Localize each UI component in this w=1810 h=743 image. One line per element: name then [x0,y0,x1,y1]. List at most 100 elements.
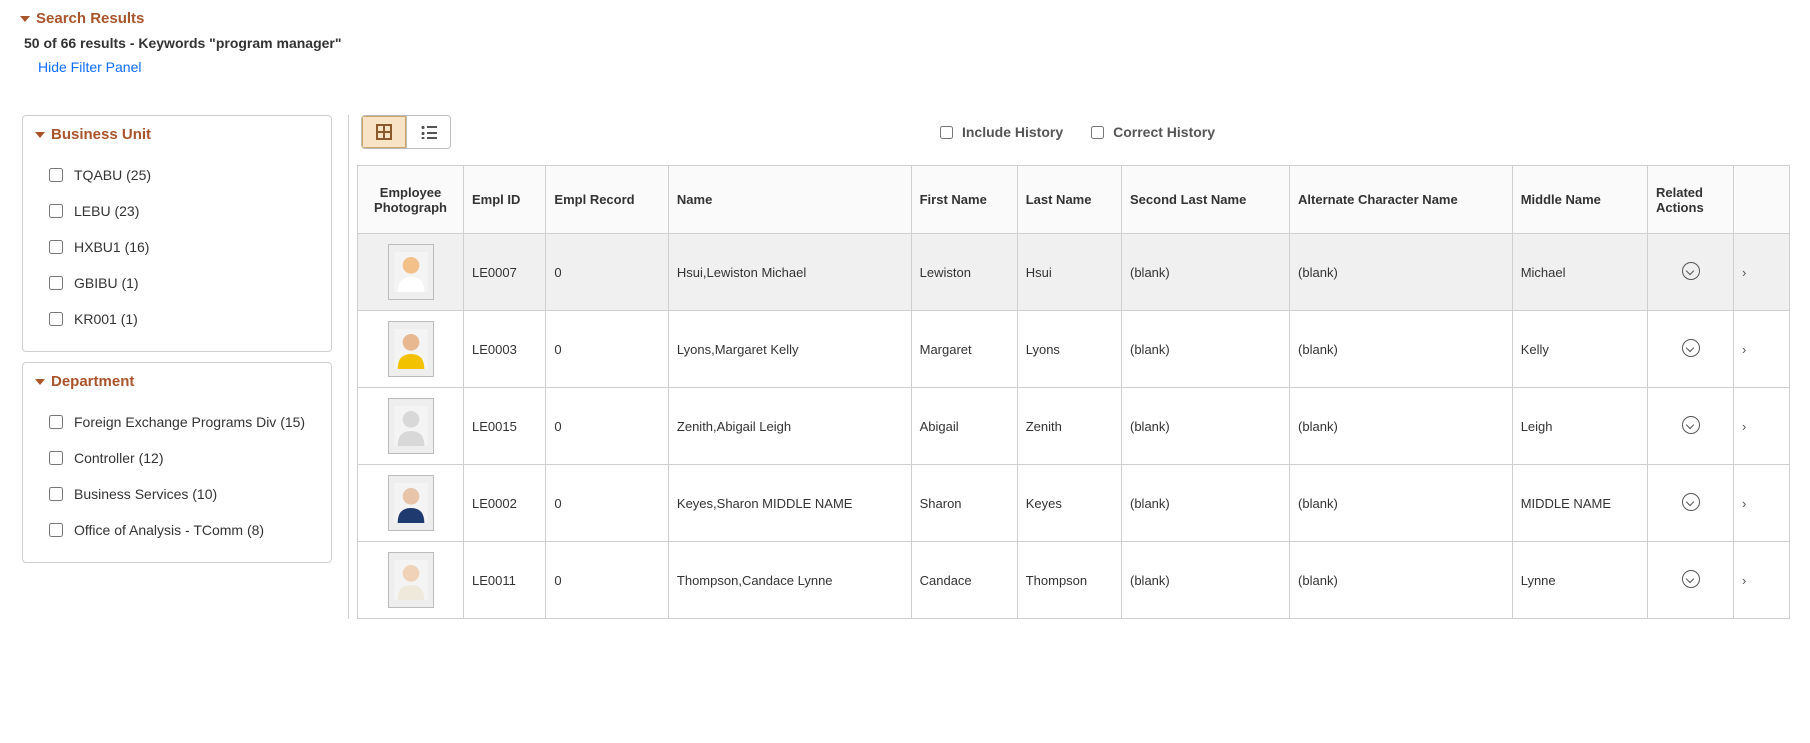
expand-row-cell: › [1734,311,1790,388]
list-icon [421,125,437,139]
hide-filter-panel-link[interactable]: Hide Filter Panel [38,59,1790,75]
related-actions-cell [1648,311,1734,388]
department-checkbox[interactable] [49,451,63,465]
col-empl-id[interactable]: Empl ID [464,166,546,234]
business-unit-checkbox[interactable] [49,276,63,290]
col-expand [1734,166,1790,234]
department-label: Foreign Exchange Programs Div (15) [74,414,305,430]
chevron-right-icon[interactable]: › [1742,419,1746,434]
expand-row-cell: › [1734,234,1790,311]
business-unit-checkbox[interactable] [49,204,63,218]
include-history-label: Include History [962,124,1063,140]
business-unit-item[interactable]: TQABU (25) [45,157,315,193]
filter-department: Department Foreign Exchange Programs Div… [22,362,332,563]
business-unit-item[interactable]: GBIBU (1) [45,265,315,301]
employee-photo-cell [358,234,464,311]
expand-row-cell: › [1734,388,1790,465]
cell-empl-record: 0 [546,465,668,542]
chevron-right-icon[interactable]: › [1742,573,1746,588]
table-row[interactable]: LE00150Zenith,Abigail LeighAbigailZenith… [358,388,1790,465]
cell-middle-name: Lynne [1512,542,1647,619]
include-history-input[interactable] [940,126,953,139]
business-unit-checkbox[interactable] [49,240,63,254]
business-unit-item[interactable]: KR001 (1) [45,301,315,337]
col-photo[interactable]: Employee Photograph [358,166,464,234]
search-results-header[interactable]: Search Results [20,10,1790,27]
expand-row-cell: › [1734,465,1790,542]
cell-alt-char-name: (blank) [1290,388,1513,465]
chevron-down-icon [35,132,45,138]
include-history-checkbox[interactable]: Include History [936,123,1063,142]
cell-first-name: Lewiston [911,234,1017,311]
section-title-text: Search Results [36,10,144,27]
cell-last-name: Keyes [1017,465,1121,542]
chevron-right-icon[interactable]: › [1742,265,1746,280]
business-unit-item[interactable]: HXBU1 (16) [45,229,315,265]
department-item[interactable]: Business Services (10) [45,476,315,512]
col-second-last-name[interactable]: Second Last Name [1122,166,1290,234]
related-actions-cell [1648,542,1734,619]
business-unit-checkbox[interactable] [49,168,63,182]
table-row[interactable]: LE00110Thompson,Candace LynneCandaceThom… [358,542,1790,619]
filter-department-header[interactable]: Department [23,363,331,398]
grid-view-button[interactable] [362,116,406,148]
department-label: Office of Analysis - TComm (8) [74,522,264,538]
col-empl-record[interactable]: Empl Record [546,166,668,234]
table-row[interactable]: LE00070Hsui,Lewiston MichaelLewistonHsui… [358,234,1790,311]
business-unit-label: KR001 (1) [74,311,138,327]
employee-photo-cell [358,542,464,619]
list-view-button[interactable] [406,116,450,148]
cell-first-name: Margaret [911,311,1017,388]
col-alt-char-name[interactable]: Alternate Character Name [1290,166,1513,234]
cell-second-last-name: (blank) [1122,388,1290,465]
department-checkbox[interactable] [49,415,63,429]
col-first-name[interactable]: First Name [911,166,1017,234]
col-related-actions[interactable]: Related Actions [1648,166,1734,234]
related-actions-icon[interactable] [1682,339,1700,357]
expand-row-cell: › [1734,542,1790,619]
cell-second-last-name: (blank) [1122,311,1290,388]
col-middle-name[interactable]: Middle Name [1512,166,1647,234]
col-name[interactable]: Name [668,166,911,234]
correct-history-label: Correct History [1113,124,1215,140]
department-item[interactable]: Office of Analysis - TComm (8) [45,512,315,548]
related-actions-icon[interactable] [1682,262,1700,280]
correct-history-input[interactable] [1091,126,1104,139]
department-item[interactable]: Controller (12) [45,440,315,476]
cell-middle-name: Michael [1512,234,1647,311]
cell-empl-record: 0 [546,311,668,388]
avatar [388,398,434,454]
department-checkbox[interactable] [49,487,63,501]
related-actions-icon[interactable] [1682,570,1700,588]
employee-photo-cell [358,311,464,388]
department-item[interactable]: Foreign Exchange Programs Div (15) [45,404,315,440]
filter-business-unit: Business Unit TQABU (25) LEBU (23)HXBU1 (… [22,115,332,352]
employee-photo-cell [358,465,464,542]
related-actions-cell [1648,465,1734,542]
col-last-name[interactable]: Last Name [1017,166,1121,234]
correct-history-checkbox[interactable]: Correct History [1087,123,1215,142]
related-actions-icon[interactable] [1682,493,1700,511]
cell-second-last-name: (blank) [1122,234,1290,311]
results-area: Include History Correct History Employee… [348,115,1790,619]
table-row[interactable]: LE00020Keyes,Sharon MIDDLE NAMESharonKey… [358,465,1790,542]
filter-business-unit-header[interactable]: Business Unit [23,116,331,151]
department-label: Business Services (10) [74,486,217,502]
business-unit-label: GBIBU (1) [74,275,139,291]
cell-first-name: Candace [911,542,1017,619]
cell-alt-char-name: (blank) [1290,311,1513,388]
avatar [388,321,434,377]
chevron-down-icon [35,379,45,385]
department-checkbox[interactable] [49,523,63,537]
related-actions-icon[interactable] [1682,416,1700,434]
business-unit-item[interactable]: LEBU (23) [45,193,315,229]
business-unit-label: TQABU (25) [74,167,151,183]
chevron-right-icon[interactable]: › [1742,342,1746,357]
chevron-right-icon[interactable]: › [1742,496,1746,511]
table-row[interactable]: LE00030Lyons,Margaret KellyMargaretLyons… [358,311,1790,388]
business-unit-checkbox[interactable] [49,312,63,326]
cell-middle-name: Kelly [1512,311,1647,388]
results-table: Employee Photograph Empl ID Empl Record … [357,165,1790,619]
employee-photo-cell [358,388,464,465]
avatar [388,552,434,608]
